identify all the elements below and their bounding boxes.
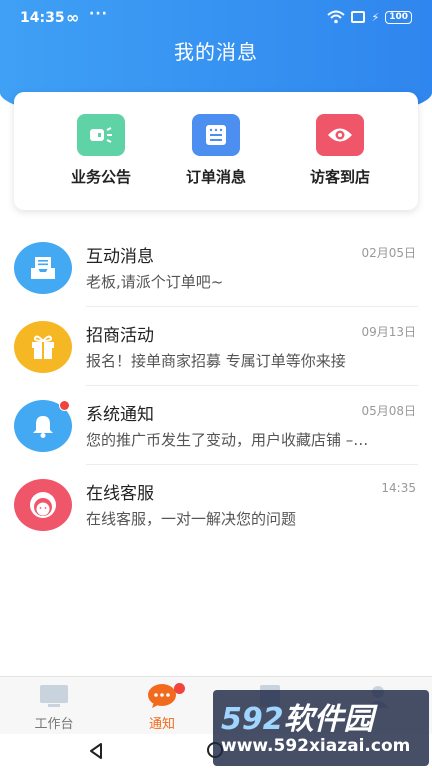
- inbox-icon: [14, 242, 72, 294]
- wifi-icon: [327, 10, 346, 24]
- message-preview: 报名！接单商家招募 专属订单等你来接: [86, 352, 346, 370]
- page-title: 我的消息: [174, 40, 258, 64]
- message-time: 14:35: [381, 481, 416, 495]
- chat-bubble-icon: [117, 683, 207, 709]
- message-list: 互动消息 02月05日 老板,请派个订单吧~ 招商活动 09月13日 报名！接单…: [0, 228, 432, 544]
- list-item-promotion[interactable]: 招商活动 09月13日 报名！接单商家招募 专属订单等你来接: [0, 307, 432, 386]
- quick-action-visitors[interactable]: 访客到店: [280, 114, 400, 187]
- status-bar: 14:35 ∞ ··· ⚡ 100: [0, 0, 432, 36]
- more-notifications-icon: ···: [89, 6, 108, 22]
- quick-actions-card: 业务公告 订单消息 访客到店: [14, 92, 418, 210]
- message-title: 互动消息: [86, 247, 154, 267]
- tab-label: 工作台: [34, 717, 74, 732]
- charging-icon: ⚡: [371, 10, 380, 24]
- unread-badge: [59, 400, 70, 411]
- infinity-icon: ∞: [66, 8, 80, 27]
- tab-label: 通知: [148, 717, 175, 732]
- watermark-brand-text: 软件园: [283, 702, 374, 737]
- message-preview: 老板,请派个订单吧~: [86, 273, 224, 291]
- order-list-icon: [192, 114, 240, 156]
- message-title: 系统通知: [86, 405, 154, 425]
- list-item-interaction[interactable]: 互动消息 02月05日 老板,请派个订单吧~: [0, 228, 432, 307]
- quick-action-label: 访客到店: [309, 168, 370, 186]
- megaphone-icon: [77, 114, 125, 156]
- quick-action-orders[interactable]: 订单消息: [156, 114, 276, 187]
- eye-icon: [316, 114, 364, 156]
- message-time: 05月08日: [361, 404, 416, 418]
- watermark-brand-number: 592: [221, 702, 284, 737]
- list-item-system[interactable]: 系统通知 05月08日 您的推广币发生了变动，用户收藏店铺 –…: [0, 386, 432, 465]
- message-title: 在线客服: [86, 484, 154, 504]
- sim-icon: [351, 11, 366, 23]
- back-icon[interactable]: [88, 742, 104, 760]
- status-time: 14:35: [20, 10, 65, 26]
- message-time: 02月05日: [361, 246, 416, 260]
- monitor-icon: [9, 683, 99, 709]
- tab-workbench[interactable]: 工作台: [9, 683, 99, 732]
- watermark-logo: 592软件园 www.592xiazai.com: [213, 690, 429, 766]
- battery-icon: 100: [385, 10, 412, 24]
- message-preview: 您的推广币发生了变动，用户收藏店铺 –…: [86, 431, 369, 449]
- gift-icon: [14, 321, 72, 373]
- quick-action-label: 业务公告: [70, 168, 131, 186]
- notification-badge: [174, 683, 185, 694]
- status-indicators: ⚡ 100: [327, 10, 412, 24]
- message-title: 招商活动: [86, 326, 154, 346]
- tab-notifications[interactable]: 通知: [117, 683, 207, 732]
- quick-action-label: 订单消息: [185, 168, 246, 186]
- message-time: 09月13日: [361, 325, 416, 339]
- watermark-url: www.592xiazai.com: [221, 736, 411, 756]
- watermark-brand: 592软件园: [221, 694, 374, 738]
- list-item-support[interactable]: 在线客服 14:35 在线客服，一对一解决您的问题: [0, 465, 432, 544]
- message-preview: 在线客服，一对一解决您的问题: [86, 510, 297, 528]
- quick-action-announcement[interactable]: 业务公告: [41, 114, 161, 187]
- agent-icon: [14, 479, 72, 531]
